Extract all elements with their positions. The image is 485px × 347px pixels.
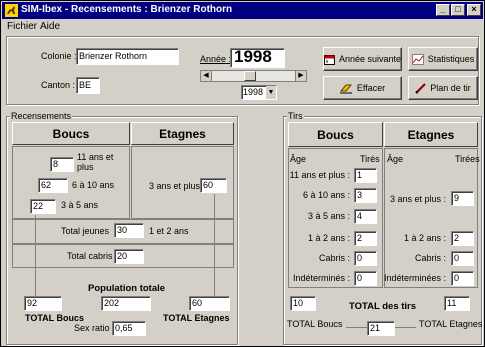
- app-window: SIM-Ibex - Recensements : Brienzer Rotho…: [0, 0, 485, 347]
- tirs-etagnes-indeterminees-field[interactable]: 0: [451, 271, 474, 286]
- tirs-boucs-11plus-label: 11 ans et plus :: [289, 170, 350, 180]
- boucs-3-5-field[interactable]: 22: [30, 199, 56, 214]
- tirs-total-etagnes-label: TOTAL Etagnes: [419, 319, 483, 329]
- scroll-left-icon[interactable]: ◀: [201, 71, 212, 81]
- boucs-6-10-field[interactable]: 62: [38, 178, 68, 193]
- chevron-down-icon[interactable]: ▼: [266, 86, 276, 99]
- tirs-total-boucs-field[interactable]: 10: [290, 296, 316, 311]
- tirs-col-tires: Tirés: [360, 154, 380, 164]
- tirs-total-field[interactable]: 21: [367, 321, 395, 336]
- annee-scrollbar[interactable]: ◀ ▶: [200, 70, 307, 82]
- title-bar: SIM-Ibex - Recensements : Brienzer Rotho…: [2, 2, 483, 19]
- total-boucs-field[interactable]: 92: [24, 296, 62, 311]
- annee-select[interactable]: 1998 ▼: [241, 85, 277, 100]
- effacer-button[interactable]: Effacer: [323, 76, 402, 100]
- population-totale-field[interactable]: 202: [101, 296, 151, 311]
- tirs-boucs-6-10-field[interactable]: 3: [354, 188, 377, 203]
- maximize-button[interactable]: □: [451, 4, 465, 16]
- ages-1-2-label: 1 et 2 ans: [149, 226, 189, 236]
- total-etagnes-label: TOTAL Etagnes: [163, 313, 230, 323]
- tirs-boucs-indetermines-field[interactable]: 0: [354, 271, 377, 286]
- plan-de-tir-label: Plan de tir: [430, 83, 471, 93]
- tirs-boucs-indetermines-label: Indéterminés :: [292, 273, 350, 283]
- recensements-etagnes-header: Etagnes: [131, 122, 234, 145]
- colonie-field[interactable]: Brienzer Rothorn: [76, 48, 179, 65]
- tirs-etagnes-cell: [384, 148, 478, 288]
- tirs-boucs-3-5-field[interactable]: 4: [354, 209, 377, 224]
- etagnes-connector-line: [214, 194, 215, 296]
- boucs-11plus-label: 11 ans et plus: [77, 152, 114, 172]
- tirs-boucs-cabris-field[interactable]: 0: [354, 251, 377, 266]
- tirs-col-age: Âge: [290, 154, 307, 164]
- tirs-etagnes-cabris-field[interactable]: 0: [451, 251, 474, 266]
- sex-ratio-field[interactable]: 0,65: [112, 321, 146, 336]
- tirs-total-boucs-label: TOTAL Boucs: [287, 319, 343, 329]
- tirs-boucs-11plus-field[interactable]: 1: [354, 168, 377, 183]
- colonie-label: Colonie :: [41, 51, 77, 61]
- tirs-etagnes-cabris-label: Cabris :: [414, 253, 446, 263]
- window-title: SIM-Ibex - Recensements : Brienzer Rotho…: [21, 4, 233, 15]
- canton-label: Canton :: [41, 80, 76, 90]
- minimize-button[interactable]: _: [436, 4, 450, 16]
- chart-icon: [411, 53, 424, 65]
- sex-ratio-label: Sex ratio :: [74, 323, 115, 333]
- tirs-total-etagnes-field[interactable]: 11: [444, 296, 470, 311]
- annee-label: Année :: [200, 54, 232, 64]
- annee-field[interactable]: 1998: [230, 48, 285, 68]
- scroll-right-icon[interactable]: ▶: [295, 71, 306, 81]
- canton-field[interactable]: BE: [76, 77, 100, 94]
- etagnes-3plus-field[interactable]: 60: [200, 178, 227, 193]
- boucs-11plus-field[interactable]: 8: [50, 157, 74, 172]
- boucs-6-10-label: 6 à 10 ans: [72, 180, 115, 190]
- tirs-etagnes-1-2-field[interactable]: 2: [451, 231, 474, 246]
- statistiques-label: Statistiques: [427, 54, 475, 64]
- tirs-etagnes-header: Etagnes: [384, 122, 478, 147]
- total-cabris-label: Total cabris: [67, 251, 113, 261]
- eraser-icon: [339, 84, 352, 93]
- tirs-boucs-3-5-label: 3 à 5 ans :: [307, 211, 350, 221]
- total-cabris-field[interactable]: 20: [114, 249, 144, 264]
- total-etagnes-field[interactable]: 60: [189, 296, 230, 311]
- menu-fichier[interactable]: Fichier: [7, 21, 37, 32]
- annee-suivante-label: Année suivante: [338, 54, 401, 64]
- population-totale-label: Population totale: [88, 283, 166, 294]
- total-boucs-label: TOTAL Boucs: [25, 313, 85, 323]
- tirs-boucs-cabris-label: Cabris :: [318, 253, 350, 263]
- tirs-boucs-1-2-label: 1 à 2 ans :: [307, 233, 350, 243]
- recensements-title: Recensements: [10, 111, 73, 121]
- tirs-etagnes-3plus-label: 3 ans et plus :: [389, 194, 446, 204]
- pencil-icon: [415, 82, 426, 94]
- effacer-label: Effacer: [356, 83, 386, 93]
- tirs-title: Tirs: [287, 111, 304, 121]
- scroll-thumb[interactable]: [244, 71, 256, 81]
- tirs-etagnes-3plus-field[interactable]: 9: [451, 191, 474, 206]
- menu-bar: Fichier Aide: [2, 20, 483, 34]
- close-button[interactable]: ×: [467, 4, 481, 16]
- etagnes-3plus-label: 3 ans et plus: [149, 181, 201, 191]
- tirs-col-age2: Âge: [387, 154, 404, 164]
- total-jeunes-label: Total jeunes: [61, 226, 110, 236]
- tirs-col-tirees: Tirées: [455, 154, 480, 164]
- total-jeunes-field[interactable]: 30: [114, 223, 144, 238]
- tirs-boucs-header: Boucs: [288, 122, 383, 147]
- tirs-etagnes-1-2-label: 1 à 2 ans :: [403, 233, 446, 243]
- plan-de-tir-button[interactable]: Plan de tir: [408, 76, 478, 100]
- boucs-connector-line: [35, 215, 36, 296]
- annee-suivante-button[interactable]: Année suivante: [323, 47, 402, 71]
- recensements-boucs-header: Boucs: [12, 122, 130, 145]
- total-des-tirs-label: TOTAL des tirs: [349, 301, 417, 312]
- calendar-icon: [324, 54, 335, 65]
- statistiques-button[interactable]: Statistiques: [408, 47, 478, 71]
- tirs-boucs-1-2-field[interactable]: 2: [354, 231, 377, 246]
- boucs-3-5-label: 3 à 5 ans: [61, 200, 99, 210]
- tirs-boucs-6-10-label: 6 à 10 ans :: [302, 190, 350, 200]
- annee-select-value: 1998: [243, 87, 264, 97]
- menu-aide[interactable]: Aide: [40, 21, 60, 32]
- tirs-etagnes-indeterminees-label: Indéterminées :: [383, 273, 446, 283]
- ibex-app-icon: [5, 4, 18, 17]
